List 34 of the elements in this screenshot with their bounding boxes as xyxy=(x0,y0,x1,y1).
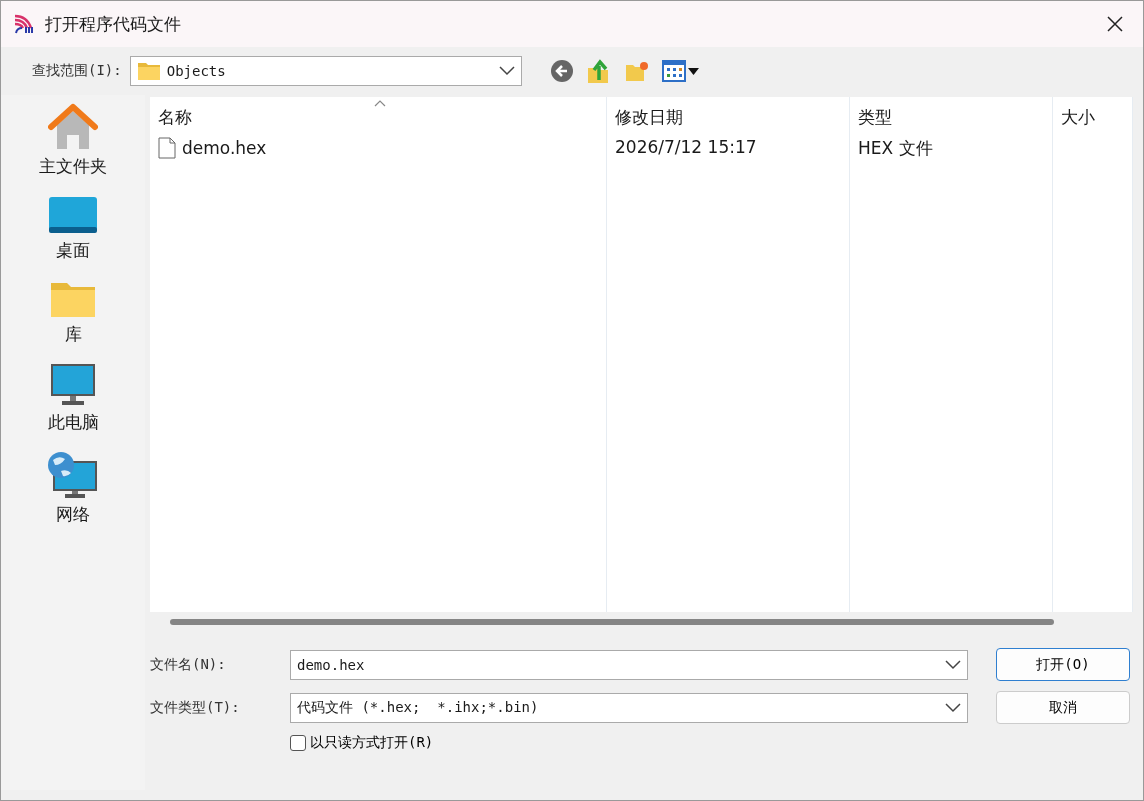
network-monitor-icon xyxy=(47,451,99,499)
places-item[interactable]: 此电脑 xyxy=(47,363,99,434)
look-in-label: 查找范围(I): xyxy=(32,62,122,80)
column-header[interactable]: 类型 xyxy=(850,97,1052,133)
file-name-label: 文件名(N): xyxy=(150,655,227,674)
places-item[interactable]: 库 xyxy=(50,279,96,346)
desktop-icon xyxy=(48,195,98,235)
cancel-button[interactable]: 取消 xyxy=(996,691,1130,724)
table-cell-text: 2026/7/12 15:17 xyxy=(614,136,758,159)
column-header[interactable]: 大小 xyxy=(1053,97,1132,133)
file-icon xyxy=(158,137,176,159)
file-name-field[interactable]: demo.hex xyxy=(290,649,968,680)
house-icon xyxy=(48,103,98,151)
read-only-checkbox[interactable]: 以只读方式打开(R) xyxy=(290,734,968,752)
column-header[interactable]: 修改日期 xyxy=(607,97,849,133)
folder-icon xyxy=(136,61,161,81)
file-type-label: 文件类型(T): xyxy=(150,698,241,717)
open-button[interactable]: 打开(O) xyxy=(996,648,1130,681)
close-icon xyxy=(1107,16,1123,32)
view-grid-icon xyxy=(661,60,700,82)
view-menu-button[interactable] xyxy=(659,58,702,84)
places-item[interactable]: 桌面 xyxy=(48,195,98,262)
places-item[interactable]: 网络 xyxy=(47,451,99,526)
table-cell-text: HEX 文件 xyxy=(857,137,934,160)
column-header[interactable]: 名称 xyxy=(150,97,606,133)
monitor-icon xyxy=(50,363,96,407)
places-item[interactable]: 主文件夹 xyxy=(39,103,107,178)
window-title: 打开程序代码文件 xyxy=(45,12,182,36)
app-logo-icon xyxy=(13,14,35,34)
scrollbar-thumb[interactable] xyxy=(170,619,1054,625)
new-folder-icon xyxy=(623,59,650,83)
look-in-dropdown[interactable]: Objects xyxy=(129,56,522,86)
file-name-cell[interactable]: demo.hex xyxy=(150,133,606,163)
file-type-dropdown[interactable]: 代码文件 (*.hex; *.ihx;*.bin) xyxy=(290,692,968,723)
